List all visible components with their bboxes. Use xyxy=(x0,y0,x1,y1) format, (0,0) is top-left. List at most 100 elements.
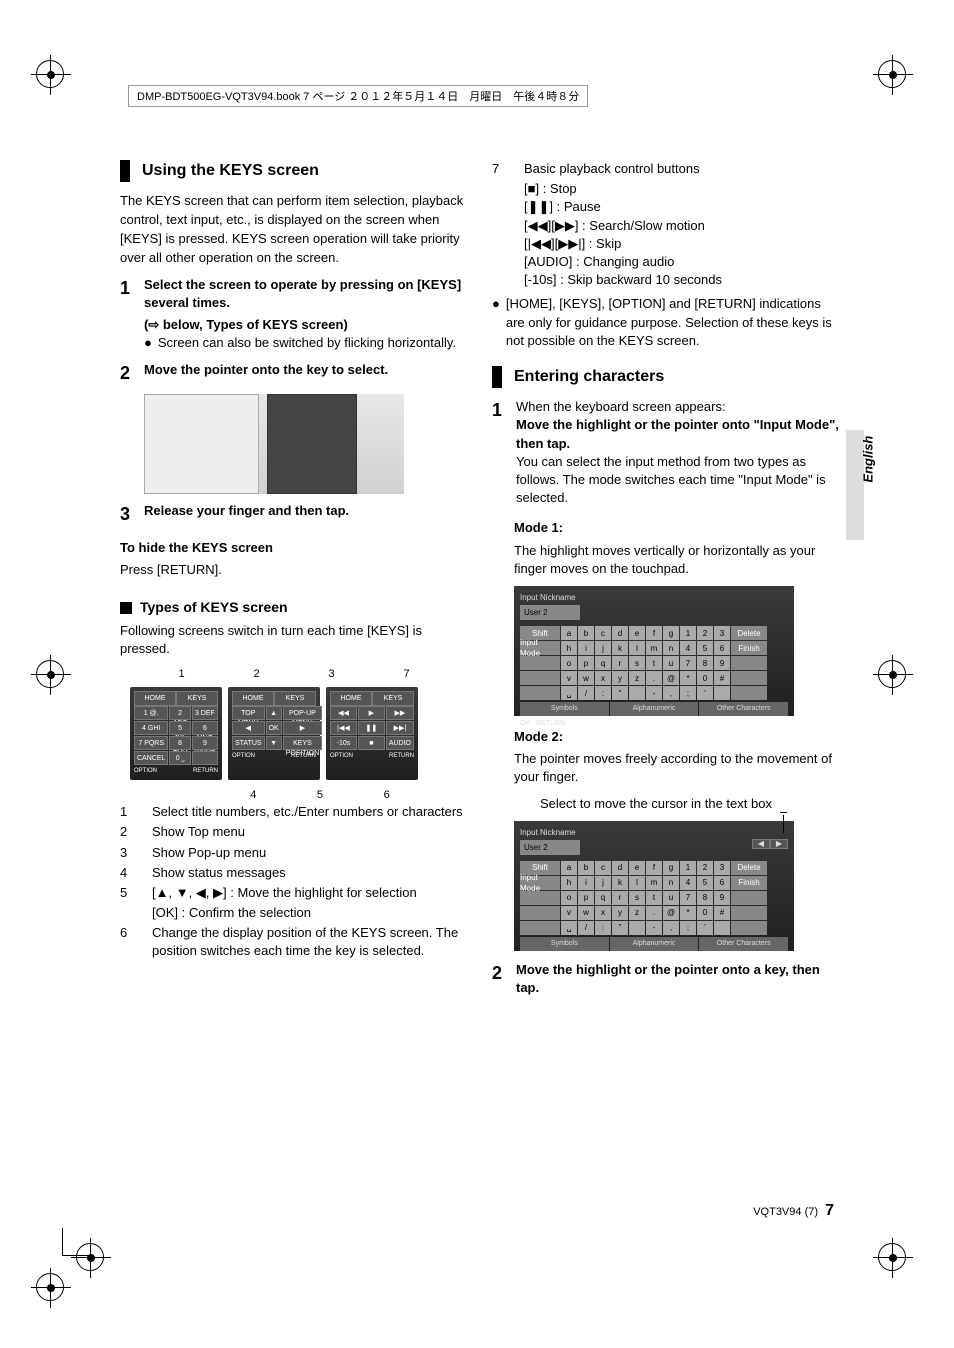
kb-key: y xyxy=(612,906,628,920)
panel-footer: OPTION RETURN xyxy=(330,752,414,760)
list-text: Select title numbers, etc./Enter numbers… xyxy=(152,803,468,821)
panel-key: 1 @. xyxy=(134,706,168,720)
panel-1-grid: 1 @.2 ABC3 DEF4 GHI5 JKL6 MNO7 PQRS8 TUV… xyxy=(134,706,218,765)
list-row: 3Show Pop-up menu xyxy=(120,844,468,862)
kb-key: 5 xyxy=(697,641,713,655)
kb-row: Input Modehijklmn456Finish xyxy=(520,876,788,890)
kb-key xyxy=(629,686,645,700)
kb-key: g xyxy=(663,861,679,875)
panel-key: 2 ABC xyxy=(169,706,190,720)
kb-key: c xyxy=(595,626,611,640)
kb-key: 7 xyxy=(680,656,696,670)
nav-left-icon: ◀ xyxy=(752,839,770,849)
kb-key: * xyxy=(680,906,696,920)
panel-key: 0 ˽ xyxy=(169,751,190,765)
kb-key: 4 xyxy=(680,876,696,890)
panel-key: 3 DEF xyxy=(192,706,218,720)
list-row: 2Show Top menu xyxy=(120,823,468,841)
kb-side-key xyxy=(520,891,560,905)
kb-key: " xyxy=(612,921,628,935)
panel-key: ❚❚ xyxy=(358,721,385,735)
kb-key: ; xyxy=(680,686,696,700)
side-label: English xyxy=(859,436,877,483)
list-row: 5[▲, ▼, ◀, ▶] : Move the highlight for s… xyxy=(120,884,468,902)
kb-key: - xyxy=(646,686,662,700)
kb-title: Input Nickname xyxy=(520,592,788,603)
panel-key: -10s xyxy=(330,736,357,750)
list-text: Show status messages xyxy=(152,864,468,882)
list-num: 3 xyxy=(120,844,152,862)
kb-key: 6 xyxy=(714,641,730,655)
kb-row: Shiftabcdefg123Delete xyxy=(520,861,788,875)
kb-key xyxy=(714,921,730,935)
panel-key: KEYS POSITION xyxy=(283,736,322,750)
kb-key: o xyxy=(561,891,577,905)
panel-header: HOME KEYS xyxy=(134,691,218,707)
guidance-note: ● [HOME], [KEYS], [OPTION] and [RETURN] … xyxy=(492,295,840,350)
kb-key: 1 xyxy=(680,861,696,875)
kb-key xyxy=(714,686,730,700)
heading-bar xyxy=(492,366,502,388)
kb-key: v xyxy=(561,671,577,685)
kb-key: f xyxy=(646,626,662,640)
step-title: Move the pointer onto the key to select. xyxy=(144,361,468,386)
label-1: 1 xyxy=(178,667,184,682)
list-7-lines: [■] : Stop[❚❚] : Pause[◀◀][▶▶] : Search/… xyxy=(492,180,840,289)
kb-row: Input Modehijklmn456Finish xyxy=(520,641,788,655)
step-body: When the keyboard screen appears: Move t… xyxy=(516,398,840,507)
kb-segments: Symbols Alphanumeric Other Characters xyxy=(520,937,788,951)
kb-key: 1 xyxy=(680,626,696,640)
control-line: [|◀◀][▶▶|] : Skip xyxy=(524,235,840,253)
panel-header: HOME KEYS xyxy=(232,691,316,707)
kb-key: / xyxy=(578,686,594,700)
kb-key: x xyxy=(595,671,611,685)
crop-mark-mr xyxy=(878,660,918,700)
step-2: 2 Move the pointer onto the key to selec… xyxy=(120,361,468,386)
panel-footer: OPTION RETURN xyxy=(134,767,218,775)
panel-key: OK xyxy=(266,721,282,735)
page-header: DMP-BDT500EG-VQT3V94.book 7 ページ ２０１２年５月１… xyxy=(128,85,588,107)
kb-end-key xyxy=(731,656,767,670)
keys-panel-2: HOME KEYS TOP MENU▲POP-UP MENU◀OK▶STATUS… xyxy=(228,687,320,780)
kb-key: d xyxy=(612,861,628,875)
kb-key: , xyxy=(663,921,679,935)
kb-key: . xyxy=(646,906,662,920)
heading-entering-chars: Entering characters xyxy=(492,366,840,388)
kb-cursor-nav: ◀ ▶ xyxy=(752,839,788,849)
panel-key: ▲ xyxy=(266,706,282,720)
kb-segments: Symbols Alphanumeric Other Characters xyxy=(520,702,788,716)
home-label: HOME xyxy=(134,691,176,707)
kb-key: w xyxy=(578,671,594,685)
step-title: Release your finger and then tap. xyxy=(144,502,468,527)
kb-row: vwxyz.@*0# xyxy=(520,671,788,685)
kb-key: 8 xyxy=(697,656,713,670)
kb-key: u xyxy=(663,656,679,670)
kb-key: p xyxy=(578,656,594,670)
kb-key: 7 xyxy=(680,891,696,905)
step-intro: When the keyboard screen appears: xyxy=(516,398,840,416)
label-2: 2 xyxy=(253,667,259,682)
kb-row: opqrstu789 xyxy=(520,891,788,905)
footer-page-num: 7 xyxy=(825,1202,834,1219)
kb-key: : xyxy=(595,686,611,700)
list-row: 4Show status messages xyxy=(120,864,468,882)
crop-mark-br xyxy=(878,1243,918,1283)
kb-key: f xyxy=(646,861,662,875)
step-num: 3 xyxy=(120,502,144,527)
figure-num-labels-top: 1 2 3 7 xyxy=(144,667,444,682)
list-num: 5 xyxy=(120,884,152,902)
panel-header: HOME KEYS xyxy=(330,691,414,707)
kb-key: t xyxy=(646,656,662,670)
kb-end-key xyxy=(731,906,767,920)
left-column: Using the KEYS screen The KEYS screen th… xyxy=(120,160,468,1001)
panel-key: ▼ xyxy=(266,736,282,750)
kb-key: q xyxy=(595,891,611,905)
step-num: 2 xyxy=(492,961,516,997)
kb-key: 2 xyxy=(697,861,713,875)
kb-side-key: Input Mode xyxy=(520,641,560,655)
panel-key: |◀◀ xyxy=(330,721,357,735)
kb-key: l xyxy=(629,641,645,655)
kb-key: 4 xyxy=(680,641,696,655)
keys-types-figures: HOME KEYS 1 @.2 ABC3 DEF4 GHI5 JKL6 MNO7… xyxy=(130,687,450,780)
figure-num-labels-bottom: 4 5 6 xyxy=(220,788,420,803)
